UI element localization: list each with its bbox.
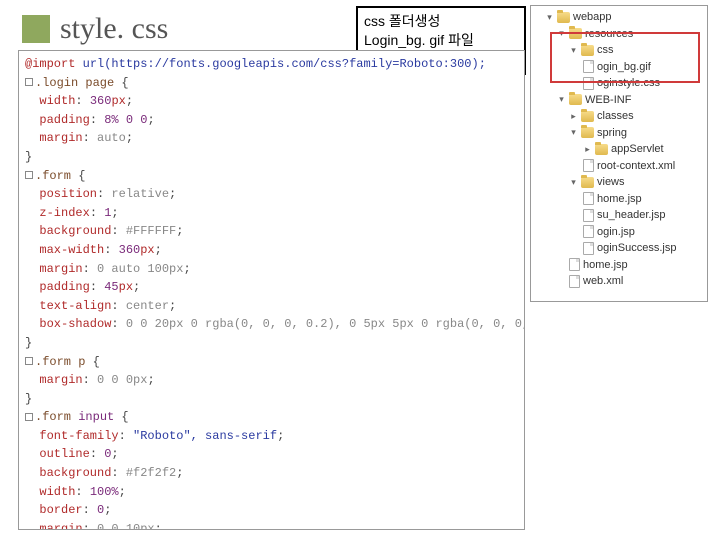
folder-icon [581, 177, 594, 188]
tree-folder-appservlet[interactable]: ▸appServlet [533, 141, 705, 158]
folder-icon [581, 111, 594, 122]
tree-file[interactable]: home.jsp [533, 257, 705, 274]
tree-file[interactable]: web.xml [533, 273, 705, 290]
file-icon [569, 258, 580, 271]
tree-file[interactable]: ogin_bg.gif [533, 59, 705, 76]
folder-icon [569, 28, 582, 39]
tree-folder-css[interactable]: ▾css [533, 42, 705, 59]
code-editor[interactable]: @import url(https://fonts.googleapis.com… [18, 50, 525, 530]
file-icon [583, 242, 594, 255]
title-accent-block [22, 15, 50, 43]
project-tree[interactable]: ▾webapp ▾resources ▾css ogin_bg.gif ogin… [530, 5, 708, 302]
file-icon [583, 60, 594, 73]
folder-icon [595, 144, 608, 155]
folder-icon [569, 94, 582, 105]
folder-icon [557, 12, 570, 23]
tree-folder-webinf[interactable]: ▾WEB-INF [533, 92, 705, 109]
file-icon [583, 192, 594, 205]
tree-file[interactable]: ogin.jsp [533, 224, 705, 241]
tree-folder-spring[interactable]: ▾spring [533, 125, 705, 142]
tree-file[interactable]: root-context.xml [533, 158, 705, 175]
folder-icon [581, 45, 594, 56]
tree-folder-resources[interactable]: ▾resources [533, 26, 705, 43]
tree-folder-webapp[interactable]: ▾webapp [533, 9, 705, 26]
tree-folder-views[interactable]: ▾views [533, 174, 705, 191]
file-icon [583, 77, 594, 90]
tree-file[interactable]: su_header.jsp [533, 207, 705, 224]
file-icon [583, 159, 594, 172]
note-line: Login_bg. gif 파일 [364, 31, 518, 50]
tree-file[interactable]: oginSuccess.jsp [533, 240, 705, 257]
note-line: css 폴더생성 [364, 12, 518, 31]
title-text: style. css [60, 12, 168, 46]
file-icon [583, 209, 594, 222]
tree-file[interactable]: oginstyle.css [533, 75, 705, 92]
tree-file[interactable]: home.jsp [533, 191, 705, 208]
file-icon [583, 225, 594, 238]
folder-icon [581, 127, 594, 138]
page-title: style. css [22, 12, 168, 46]
file-icon [569, 275, 580, 288]
tree-folder-classes[interactable]: ▸classes [533, 108, 705, 125]
